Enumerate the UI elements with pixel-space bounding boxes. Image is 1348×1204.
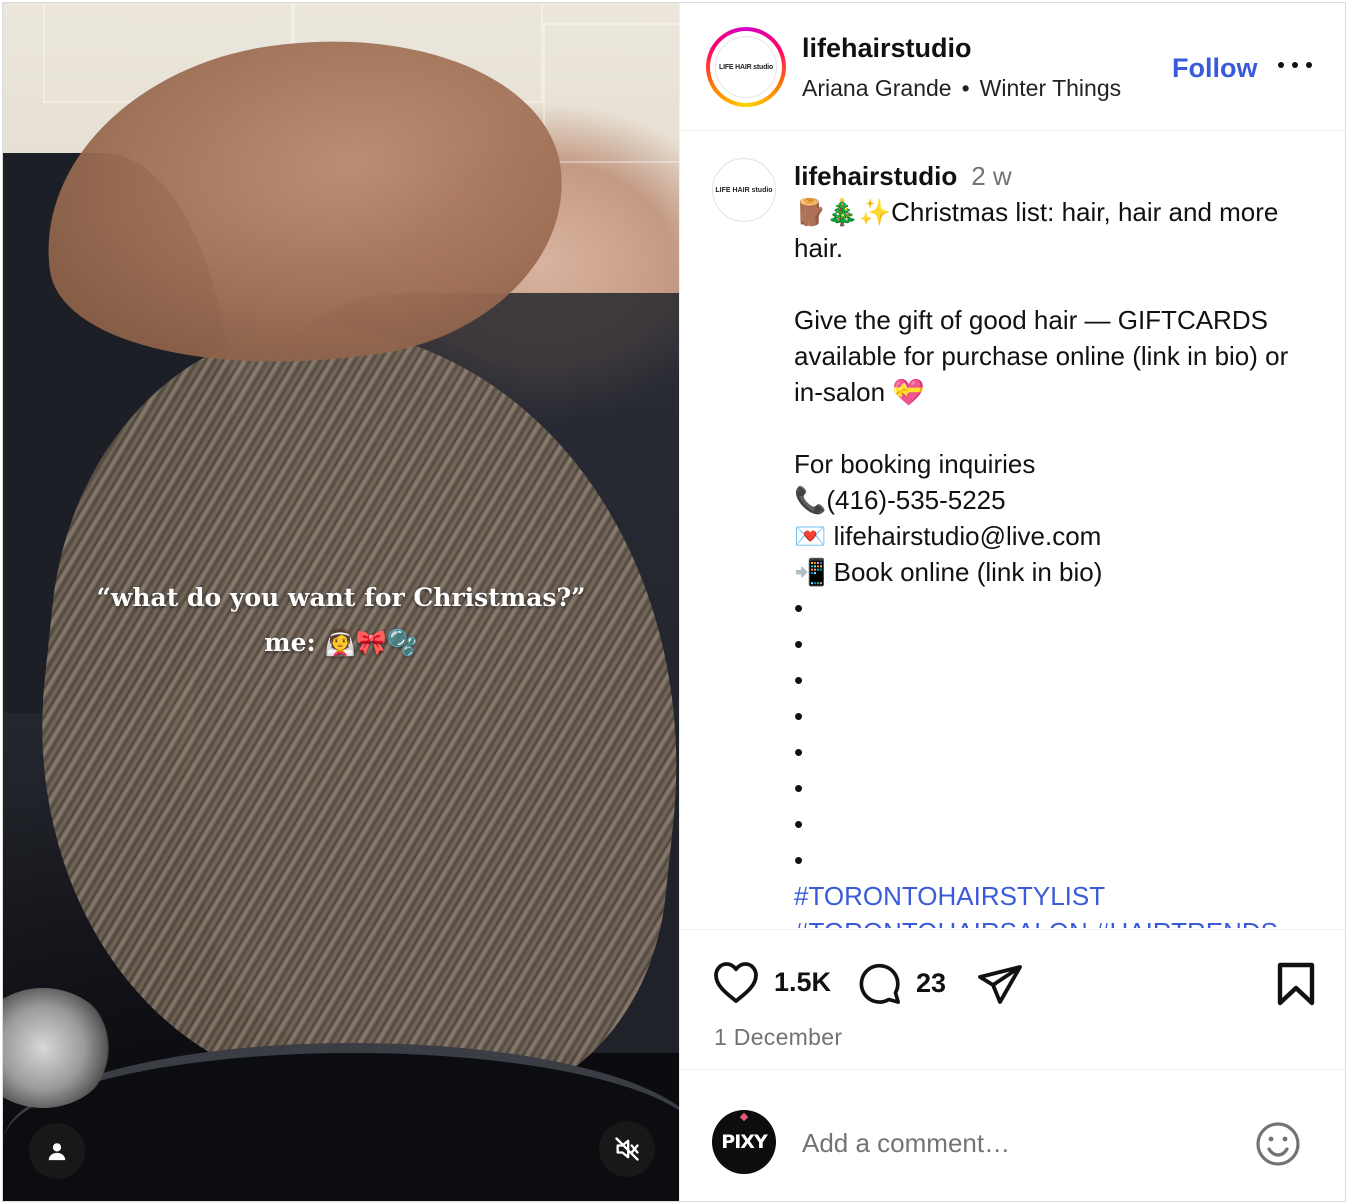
wall-tile (543, 23, 679, 163)
caption-text: 🪵🎄✨Christmas list: hair, hair and more h… (794, 194, 1324, 878)
sparkle-icon (739, 1112, 749, 1122)
caption-line: • (794, 845, 804, 875)
brand-logo: LIFE HAIR studio (715, 36, 777, 98)
caption-line: 🪵🎄✨Christmas list: hair, hair and more h… (794, 197, 1286, 263)
caption-line (794, 266, 1324, 302)
share-action (976, 962, 1024, 1006)
action-bar: 1.5K 23 1 December (680, 929, 1346, 1069)
caption-line: • (794, 629, 804, 659)
mute-button[interactable] (599, 1121, 655, 1177)
caption-line: • (794, 701, 804, 731)
caption-line: • (794, 665, 804, 695)
post-header: LIFE HAIR studio lifehairstudio Ariana G… (680, 3, 1346, 131)
caption-line: • (794, 809, 804, 839)
caption-line: 📲 Book online (link in bio) (794, 557, 1103, 587)
save-action (1276, 962, 1316, 1006)
video-overlay-text: “what do you want for Christmas?” (96, 583, 586, 612)
heart-icon[interactable] (712, 960, 760, 1004)
caption-line: • (794, 773, 804, 803)
tagged-users-button[interactable] (29, 1123, 85, 1179)
caption-username[interactable]: lifehairstudio (794, 161, 957, 191)
bookmark-icon[interactable] (1276, 962, 1316, 1006)
caption-time[interactable]: 2 w (971, 161, 1011, 191)
comment-count[interactable]: 23 (916, 968, 946, 999)
audio-artist[interactable]: Ariana Grande (802, 75, 952, 101)
current-user-avatar[interactable]: PIXY (712, 1110, 776, 1174)
comment-action: 23 (856, 960, 946, 1006)
hashtag-link[interactable]: #TORONTOHAIRSTYLIST (794, 878, 1324, 914)
separator-dot: • (961, 75, 970, 101)
comment-icon[interactable] (856, 960, 902, 1006)
author-username[interactable]: lifehairstudio (802, 33, 972, 64)
caption-section: LIFE HAIR studio lifehairstudio 2 w 🪵🎄✨Ch… (680, 132, 1346, 928)
audio-attribution[interactable]: Ariana Grande • Winter Things (802, 75, 1121, 102)
caption-avatar[interactable]: LIFE HAIR studio (712, 158, 776, 222)
like-action: 1.5K (712, 960, 831, 1004)
caption-body: lifehairstudio 2 w 🪵🎄✨Christmas list: hai… (794, 158, 1324, 928)
caption-line: • (794, 737, 804, 767)
audio-title[interactable]: Winter Things (980, 75, 1121, 101)
follow-button[interactable]: Follow (1172, 53, 1257, 84)
emoji-icon[interactable] (1254, 1120, 1302, 1168)
user-icon (48, 1143, 66, 1161)
caption-line: Give the gift of good hair — GIFTCARDS a… (794, 305, 1296, 407)
post-dialog: “what do you want for Christmas?” me: 👰🎀… (2, 2, 1346, 1202)
hashtag-link[interactable]: #TORONTOHAIRSALON #HAIRTRENDS (794, 914, 1324, 928)
caption-line: • (794, 593, 804, 623)
caption-meta: lifehairstudio 2 w (794, 158, 1324, 194)
comment-composer: PIXY (680, 1069, 1346, 1201)
caption-line: 💌 lifehairstudio@live.com (794, 521, 1102, 551)
video-overlay-text: me: 👰🎀🫧 (264, 628, 418, 657)
send-icon[interactable] (976, 962, 1024, 1006)
speaker-muted-icon (615, 1137, 639, 1161)
post-date[interactable]: 1 December (714, 1024, 842, 1051)
post-side-panel: LIFE HAIR studio lifehairstudio Ariana G… (679, 3, 1346, 1201)
post-video[interactable]: “what do you want for Christmas?” me: 👰🎀… (3, 3, 679, 1201)
like-count[interactable]: 1.5K (774, 967, 831, 998)
more-options-icon[interactable] (1278, 55, 1312, 75)
comment-input[interactable] (802, 1122, 1242, 1164)
caption-line: 📞(416)-535-5225 (794, 485, 1006, 515)
story-avatar[interactable]: LIFE HAIR studio (706, 27, 786, 107)
avatar-label: PIXY (721, 1131, 767, 1153)
caption-line: For booking inquiries (794, 449, 1036, 479)
caption-line (794, 410, 1324, 446)
